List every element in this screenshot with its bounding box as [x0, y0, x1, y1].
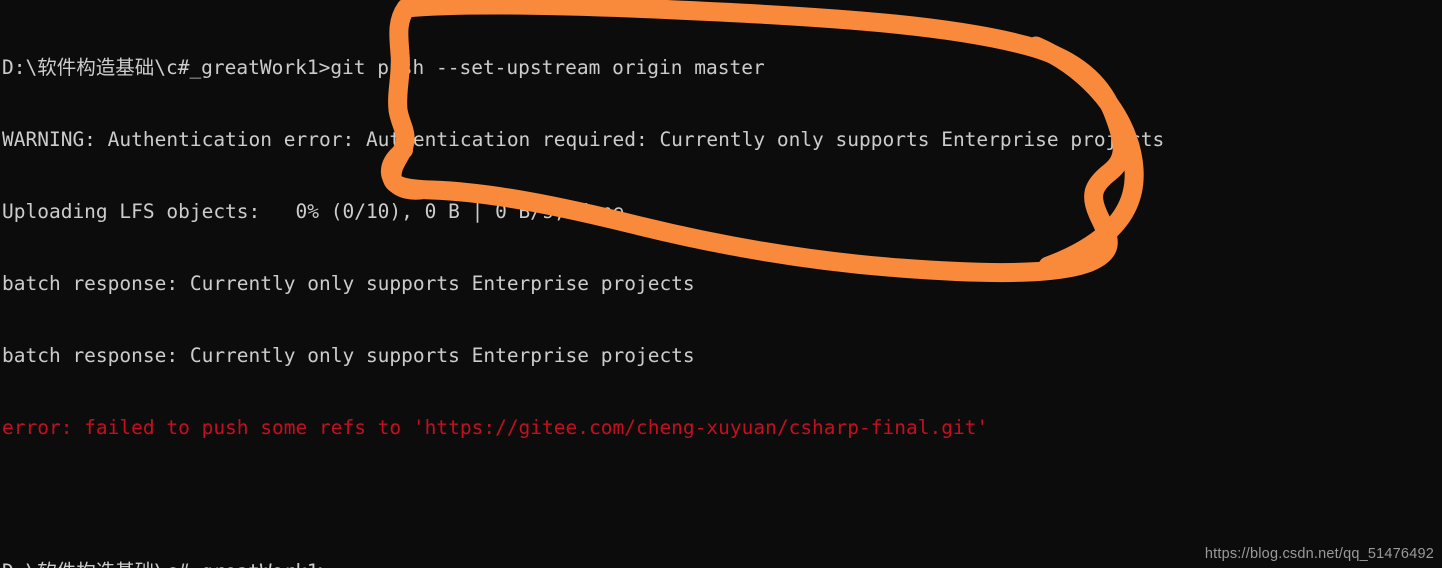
terminal-line-lfs-upload: Uploading LFS objects: 0% (0/10), 0 B | … — [2, 200, 636, 223]
terminal-output[interactable]: D:\软件构造基础\c#_greatWork1>git push --set-u… — [0, 8, 1442, 568]
terminal-line-command: D:\软件构造基础\c#_greatWork1>git push --set-u… — [2, 56, 765, 79]
terminal-prompt-path: D:\软件构造基础\c#_greatWork1> — [2, 560, 330, 568]
terminal-line-batch-response-2: batch response: Currently only supports … — [2, 344, 695, 367]
command-prompt-window: D:\软件构造基础\c#_greatWork1>git push --set-u… — [0, 0, 1442, 568]
terminal-line-batch-response-1: batch response: Currently only supports … — [2, 272, 695, 295]
csdn-watermark: https://blog.csdn.net/qq_51476492 — [1204, 546, 1434, 562]
terminal-line-warning: WARNING: Authentication error: Authentic… — [2, 128, 1165, 151]
terminal-line-error: error: failed to push some refs to 'http… — [2, 416, 989, 439]
